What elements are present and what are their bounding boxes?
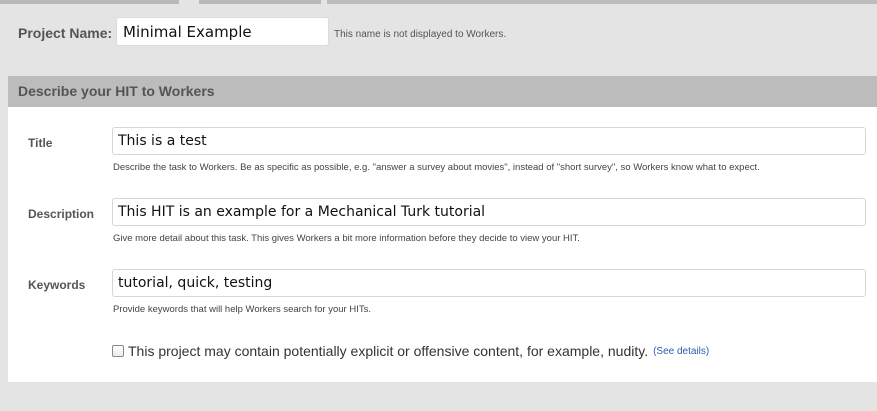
project-name-input[interactable]: Minimal Example: [116, 17, 329, 46]
keywords-input[interactable]: tutorial, quick, testing: [112, 269, 866, 297]
project-name-hint: This name is not displayed to Workers.: [334, 29, 507, 40]
keywords-label: Keywords: [28, 278, 86, 292]
project-name-row: Project Name: Minimal Example This name …: [0, 4, 877, 76]
title-label: Title: [28, 136, 53, 150]
adult-content-row: This project may contain potentially exp…: [112, 343, 709, 359]
adult-content-checkbox[interactable]: [112, 345, 124, 357]
adult-content-label[interactable]: This project may contain potentially exp…: [128, 343, 648, 359]
describe-hit-section: Describe your HIT to Workers Title This …: [8, 76, 877, 382]
see-details-link[interactable]: (See details): [653, 346, 709, 357]
footer-band: [0, 382, 877, 411]
description-hint: Give more detail about this task. This g…: [113, 233, 580, 244]
description-label: Description: [28, 207, 95, 221]
title-input[interactable]: This is a test: [112, 127, 866, 155]
keywords-hint: Provide keywords that will help Workers …: [113, 304, 371, 315]
description-input[interactable]: This HIT is an example for a Mechanical …: [112, 198, 866, 226]
project-name-label: Project Name:: [18, 25, 113, 41]
title-hint: Describe the task to Workers. Be as spec…: [113, 162, 760, 173]
section-header: Describe your HIT to Workers: [8, 76, 877, 107]
